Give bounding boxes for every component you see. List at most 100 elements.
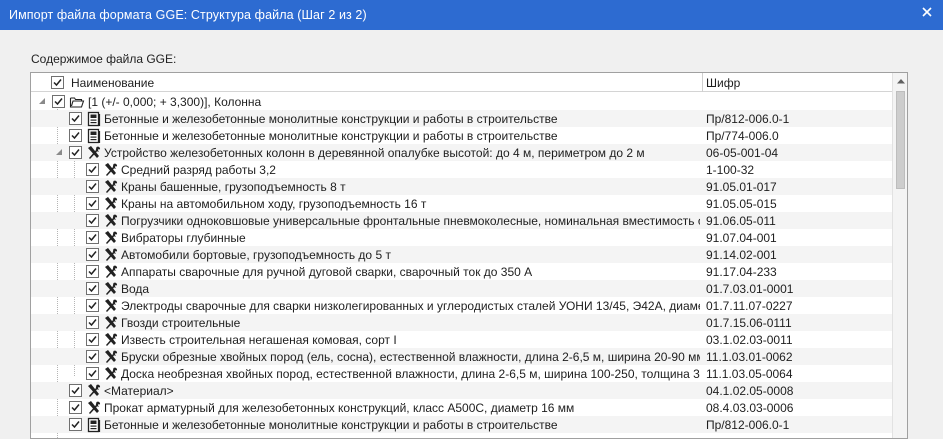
- tree-row[interactable]: Автомобили бортовые, грузоподъемность до…: [31, 246, 892, 263]
- tools-icon: [103, 332, 119, 348]
- row-name: Бруски обрезные хвойных пород (ель, сосн…: [121, 350, 700, 364]
- file-structure-tree[interactable]: Наименование Шифр [1 (+/- 0,000; + 3,300…: [30, 72, 908, 439]
- tree-row[interactable]: Краны на автомобильном ходу, грузоподъем…: [31, 195, 892, 212]
- row-name: Погрузчики одноковшовые универсальные фр…: [121, 214, 700, 228]
- row-checkbox[interactable]: [69, 146, 82, 159]
- row-checkbox[interactable]: [86, 265, 99, 278]
- tools-icon: [103, 366, 119, 382]
- tree-row[interactable]: Вибраторы глубинные 91.07.04-001: [31, 229, 892, 246]
- tools-icon: [103, 162, 119, 178]
- row-checkbox[interactable]: [69, 384, 82, 397]
- row-checkbox[interactable]: [69, 418, 82, 431]
- row-name: Вода: [121, 282, 150, 296]
- tree-row[interactable]: [1 (+/- 0,000; + 3,300)], Колонна: [31, 93, 892, 110]
- row-code: 01.7.03.01-0001: [706, 282, 794, 296]
- tools-icon: [103, 298, 119, 314]
- scroll-up-arrow-icon[interactable]: [893, 73, 907, 89]
- tree-row[interactable]: Средний разряд работы 3,2 1-100-32: [31, 161, 892, 178]
- row-checkbox[interactable]: [86, 333, 99, 346]
- tools-icon: [103, 196, 119, 212]
- row-checkbox[interactable]: [86, 197, 99, 210]
- tools-icon: [103, 213, 119, 229]
- row-checkbox[interactable]: [86, 163, 99, 176]
- row-code: 11.1.03.01-0062: [706, 350, 793, 364]
- row-name: Вибраторы глубинные: [121, 231, 246, 245]
- tools-icon: [103, 349, 119, 365]
- row-code: Пр/774-006.0: [706, 129, 779, 143]
- tools-icon: [103, 315, 119, 331]
- vertical-scrollbar[interactable]: [892, 73, 907, 438]
- row-name: Бетонные и железобетонные монолитные кон…: [104, 112, 558, 126]
- row-name: Аппараты сварочные для ручной дуговой св…: [121, 265, 533, 279]
- row-checkbox[interactable]: [86, 214, 99, 227]
- select-all-checkbox[interactable]: [51, 76, 64, 89]
- tree-row[interactable]: Бетонные и железобетонные монолитные кон…: [31, 127, 892, 144]
- row-checkbox[interactable]: [86, 299, 99, 312]
- tools-icon: [103, 264, 119, 280]
- row-name: Гвозди строительные: [121, 316, 241, 330]
- row-name: Известь строительная негашеная комовая, …: [121, 333, 397, 347]
- row-name: <Материал>: [104, 384, 174, 398]
- title-bar: Импорт файла формата GGE: Структура файл…: [0, 0, 943, 30]
- row-code: 91.05.01-017: [706, 180, 777, 194]
- row-checkbox[interactable]: [86, 248, 99, 261]
- row-name: Краны башенные, грузоподъемность 8 т: [121, 180, 346, 194]
- row-code: 91.07.04-001: [706, 231, 777, 245]
- row-checkbox[interactable]: [86, 180, 99, 193]
- tree-row[interactable]: Электроды сварочные для сварки низколеги…: [31, 297, 892, 314]
- tools-icon: [86, 145, 102, 161]
- row-name: Прокат арматурный для железобетонных кон…: [104, 401, 575, 415]
- tools-icon: [103, 230, 119, 246]
- content-label: Содержимое файла GGE:: [31, 52, 177, 66]
- row-code: 06-05-001-04: [706, 146, 779, 160]
- row-checkbox[interactable]: [69, 401, 82, 414]
- row-code: 01.7.15.06-0111: [706, 316, 792, 330]
- row-checkbox[interactable]: [69, 129, 82, 142]
- row-checkbox[interactable]: [86, 350, 99, 363]
- tree-row[interactable]: Бруски обрезные хвойных пород (ель, сосн…: [31, 348, 892, 365]
- row-checkbox[interactable]: [86, 367, 99, 380]
- tree-row[interactable]: Аппараты сварочные для ручной дуговой св…: [31, 263, 892, 280]
- tree-row[interactable]: Бетонные и железобетонные монолитные кон…: [31, 110, 892, 127]
- tree-row[interactable]: Устройство железобетонных колонн в дерев…: [31, 144, 892, 161]
- tree-row[interactable]: Прокат арматурный для железобетонных кон…: [31, 399, 892, 416]
- tools-icon: [103, 247, 119, 263]
- norm-book-icon: [86, 417, 102, 433]
- row-name: Доска необрезная хвойных пород, естестве…: [121, 367, 700, 381]
- tree-row[interactable]: <Материал> 04.1.02.05-0008: [31, 382, 892, 399]
- row-name: Электроды сварочные для сварки низколеги…: [121, 299, 700, 313]
- row-checkbox[interactable]: [86, 316, 99, 329]
- row-code: 01.7.11.07-0227: [706, 299, 793, 313]
- close-icon[interactable]: [917, 4, 937, 20]
- row-checkbox[interactable]: [52, 95, 65, 108]
- collapse-toggle-icon[interactable]: [37, 97, 46, 106]
- row-checkbox[interactable]: [86, 282, 99, 295]
- row-code: Пр/812-006.0-1: [706, 418, 790, 432]
- row-name: Средний разряд работы 3,2: [121, 163, 276, 177]
- row-name: Краны на автомобильном ходу, грузоподъем…: [121, 197, 427, 211]
- tree-row[interactable]: Вода 01.7.03.01-0001: [31, 280, 892, 297]
- tree-row[interactable]: Погрузчики одноковшовые универсальные фр…: [31, 212, 892, 229]
- column-header-name[interactable]: Наименование: [71, 76, 154, 90]
- row-name: [1 (+/- 0,000; + 3,300)], Колонна: [88, 95, 262, 109]
- window-title: Импорт файла формата GGE: Структура файл…: [9, 8, 367, 22]
- tree-row[interactable]: Бетонные и железобетонные монолитные кон…: [31, 416, 892, 433]
- tree-row[interactable]: Известь строительная негашеная комовая, …: [31, 331, 892, 348]
- column-header-code[interactable]: Шифр: [706, 76, 740, 90]
- tools-icon: [86, 400, 102, 416]
- row-code: 04.1.02.05-0008: [706, 384, 794, 398]
- row-checkbox[interactable]: [86, 231, 99, 244]
- collapse-toggle-icon[interactable]: [54, 148, 63, 157]
- row-checkbox[interactable]: [69, 112, 82, 125]
- row-name: Бетонные и железобетонные монолитные кон…: [104, 129, 558, 143]
- tree-row[interactable]: Доска необрезная хвойных пород, естестве…: [31, 365, 892, 382]
- tree-row[interactable]: Краны башенные, грузоподъемность 8 т 91.0…: [31, 178, 892, 195]
- row-code: 11.1.03.05-0064: [706, 367, 793, 381]
- scroll-thumb[interactable]: [896, 91, 905, 189]
- row-name: Бетонные и железобетонные монолитные кон…: [104, 418, 558, 432]
- column-divider[interactable]: [702, 73, 703, 92]
- row-name: Устройство железобетонных колонн в дерев…: [104, 146, 645, 160]
- tree-row[interactable]: Гвозди строительные 01.7.15.06-0111: [31, 314, 892, 331]
- row-code: 03.1.02.03-0011: [706, 333, 793, 347]
- row-code: Пр/812-006.0-1: [706, 112, 790, 126]
